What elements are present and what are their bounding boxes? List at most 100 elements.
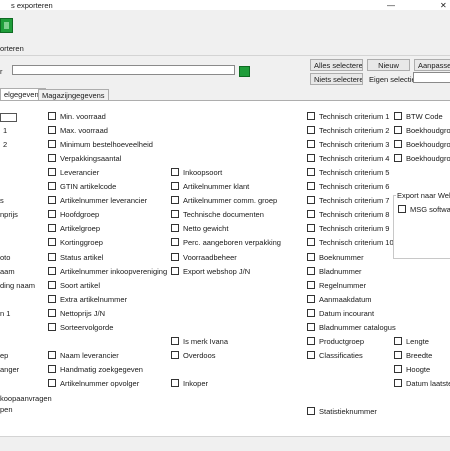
field-checkbox[interactable]: Naam leverancier bbox=[48, 351, 119, 360]
checkbox[interactable] bbox=[307, 238, 315, 247]
checkbox[interactable] bbox=[307, 154, 315, 163]
field-checkbox[interactable]: MSG software bbox=[398, 205, 450, 214]
field-checkbox[interactable]: GTIN artikelcode bbox=[48, 182, 116, 191]
checkbox[interactable] bbox=[48, 154, 56, 163]
field-checkbox[interactable]: Technisch criterium 6 bbox=[307, 182, 389, 191]
file-path-input[interactable] bbox=[12, 65, 235, 75]
field-checkbox[interactable]: Technisch criterium 10 bbox=[307, 238, 394, 247]
field-checkbox[interactable]: Datum incourant bbox=[307, 309, 374, 318]
field-fragment[interactable]: 2 bbox=[3, 140, 7, 149]
checkbox[interactable] bbox=[394, 379, 402, 388]
checkbox[interactable] bbox=[307, 168, 315, 177]
checkbox[interactable] bbox=[48, 238, 56, 247]
checkbox[interactable] bbox=[307, 224, 315, 233]
checkbox[interactable] bbox=[48, 281, 56, 290]
checkbox[interactable] bbox=[48, 168, 56, 177]
checkbox[interactable] bbox=[307, 182, 315, 191]
field-checkbox[interactable]: Boekhoudgroep bbox=[394, 154, 450, 163]
checkbox[interactable] bbox=[394, 112, 402, 121]
field-checkbox[interactable]: Bladnummer bbox=[307, 267, 362, 276]
field-checkbox[interactable]: Technisch criterium 3 bbox=[307, 140, 389, 149]
field-checkbox[interactable]: Boeknummer bbox=[307, 253, 364, 262]
field-fragment[interactable]: koopaanvragen bbox=[0, 394, 52, 403]
checkbox[interactable] bbox=[307, 295, 315, 304]
checkbox[interactable] bbox=[307, 309, 315, 318]
field-checkbox[interactable]: Lengte bbox=[394, 337, 429, 346]
checkbox[interactable] bbox=[171, 337, 179, 346]
field-checkbox[interactable]: Hoogte bbox=[394, 365, 430, 374]
checkbox[interactable] bbox=[171, 182, 179, 191]
checkbox[interactable] bbox=[307, 281, 315, 290]
field-checkbox[interactable]: Voorraadbeheer bbox=[171, 253, 237, 262]
checkbox[interactable] bbox=[171, 224, 179, 233]
checkbox[interactable] bbox=[307, 126, 315, 135]
field-fragment[interactable]: 1 bbox=[3, 126, 7, 135]
field-checkbox[interactable]: Min. voorraad bbox=[48, 112, 106, 121]
field-checkbox[interactable]: Bladnummer catalogus bbox=[307, 323, 396, 332]
field-checkbox[interactable]: Boekhoudgroep bbox=[394, 140, 450, 149]
checkbox[interactable] bbox=[394, 140, 402, 149]
field-checkbox[interactable]: Max. voorraad bbox=[48, 126, 108, 135]
field-checkbox[interactable]: Kortinggroep bbox=[48, 238, 103, 247]
field-checkbox[interactable]: Classificaties bbox=[307, 351, 363, 360]
field-checkbox[interactable]: Breedte bbox=[394, 351, 432, 360]
minimize-button[interactable]: — bbox=[387, 1, 395, 10]
checkbox[interactable] bbox=[394, 365, 402, 374]
field-checkbox[interactable]: Technisch criterium 5 bbox=[307, 168, 389, 177]
highlighted-checkbox[interactable] bbox=[0, 113, 17, 122]
field-checkbox[interactable]: Technisch criterium 1 bbox=[307, 112, 389, 121]
field-fragment[interactable]: pen bbox=[0, 405, 13, 414]
checkbox[interactable] bbox=[394, 154, 402, 163]
field-checkbox[interactable]: Inkoopsoort bbox=[171, 168, 222, 177]
checkbox[interactable] bbox=[48, 182, 56, 191]
checkbox[interactable] bbox=[307, 337, 315, 346]
field-checkbox[interactable]: Nettoprijs J/N bbox=[48, 309, 105, 318]
checkbox[interactable] bbox=[171, 379, 179, 388]
field-checkbox[interactable]: Artikelnummer comm. groep bbox=[171, 196, 277, 205]
checkbox[interactable] bbox=[307, 253, 315, 262]
field-fragment[interactable]: n 1 bbox=[0, 309, 10, 318]
field-checkbox[interactable]: Artikelnummer klant bbox=[171, 182, 249, 191]
field-fragment[interactable]: oto bbox=[0, 253, 10, 262]
checkbox[interactable] bbox=[48, 379, 56, 388]
excel-icon[interactable] bbox=[239, 66, 250, 77]
field-checkbox[interactable]: Is merk Ivana bbox=[171, 337, 228, 346]
checkbox[interactable] bbox=[171, 210, 179, 219]
checkbox[interactable] bbox=[171, 253, 179, 262]
field-checkbox[interactable]: Sorteervolgorde bbox=[48, 323, 113, 332]
field-fragment[interactable]: nprijs bbox=[0, 210, 18, 219]
field-checkbox[interactable]: Technisch criterium 7 bbox=[307, 196, 389, 205]
checkbox[interactable] bbox=[48, 253, 56, 262]
checkbox[interactable] bbox=[48, 140, 56, 149]
customize-button[interactable]: Aanpasse bbox=[414, 59, 450, 71]
field-checkbox[interactable]: Technische documenten bbox=[171, 210, 264, 219]
field-checkbox[interactable]: Extra artikelnummer bbox=[48, 295, 127, 304]
field-checkbox[interactable]: Technisch criterium 8 bbox=[307, 210, 389, 219]
checkbox[interactable] bbox=[307, 323, 315, 332]
field-checkbox[interactable]: Overdoos bbox=[171, 351, 216, 360]
checkbox[interactable] bbox=[171, 168, 179, 177]
field-checkbox[interactable]: Regelnummer bbox=[307, 281, 366, 290]
field-checkbox[interactable]: Datum laatste v bbox=[394, 379, 450, 388]
checkbox[interactable] bbox=[171, 351, 179, 360]
field-fragment[interactable]: ding naam bbox=[0, 281, 35, 290]
field-checkbox[interactable]: Leverancier bbox=[48, 168, 99, 177]
checkbox[interactable] bbox=[48, 112, 56, 121]
field-checkbox[interactable]: Artikelnummer opvolger bbox=[48, 379, 139, 388]
field-checkbox[interactable]: Soort artikel bbox=[48, 281, 100, 290]
field-checkbox[interactable]: Inkoper bbox=[171, 379, 208, 388]
field-checkbox[interactable]: Artikelnummer leverancier bbox=[48, 196, 147, 205]
excel-icon[interactable] bbox=[0, 18, 13, 33]
checkbox[interactable] bbox=[307, 112, 315, 121]
checkbox[interactable] bbox=[398, 205, 406, 214]
field-checkbox[interactable]: Productgroep bbox=[307, 337, 364, 346]
checkbox[interactable] bbox=[48, 323, 56, 332]
checkbox[interactable] bbox=[171, 238, 179, 247]
checkbox[interactable] bbox=[394, 337, 402, 346]
checkbox[interactable] bbox=[307, 267, 315, 276]
checkbox[interactable] bbox=[307, 407, 315, 416]
field-checkbox[interactable]: Verpakkingsaantal bbox=[48, 154, 121, 163]
new-button[interactable]: Nieuw bbox=[367, 59, 410, 71]
field-checkbox[interactable]: Netto gewicht bbox=[171, 224, 228, 233]
checkbox[interactable] bbox=[307, 140, 315, 149]
